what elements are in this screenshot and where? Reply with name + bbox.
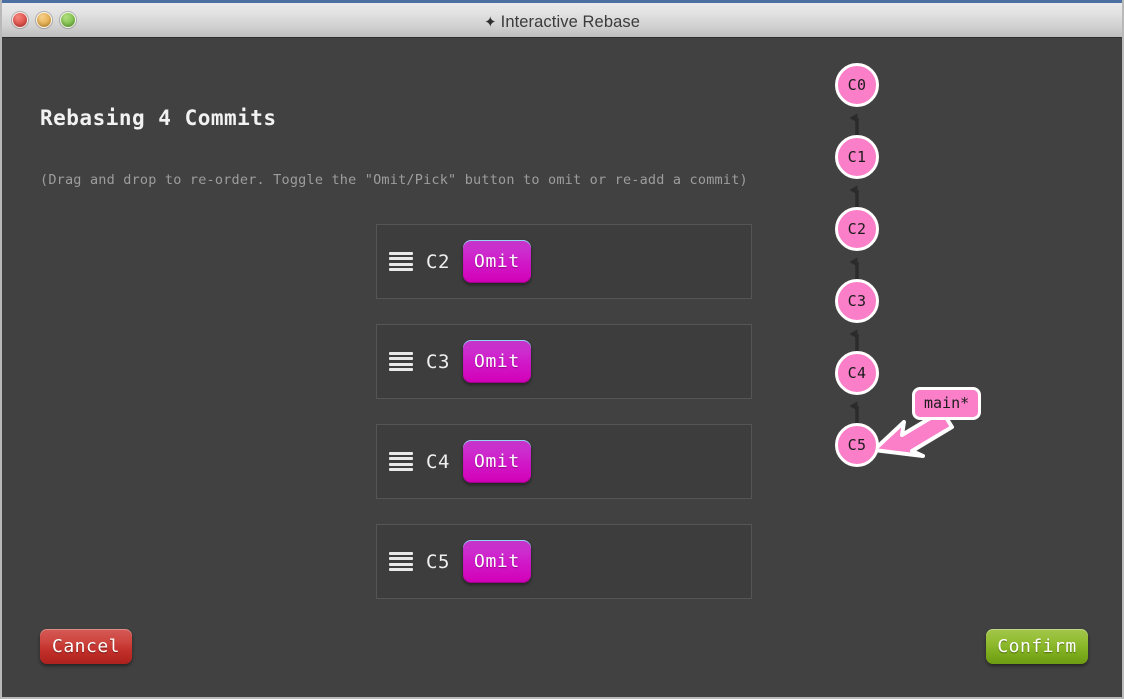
commit-id-label: C4 (426, 450, 450, 473)
omit-pick-toggle-button[interactable]: Omit (462, 540, 531, 583)
commit-id-label: C5 (426, 550, 450, 573)
confirm-button[interactable]: Confirm (986, 629, 1088, 664)
commit-id-label: C2 (426, 250, 450, 273)
omit-pick-toggle-button[interactable]: Omit (462, 240, 531, 283)
commit-node-c4[interactable]: C4 (835, 351, 879, 395)
drag-handle-icon[interactable] (389, 552, 413, 571)
commit-node-c0[interactable]: C0 (835, 63, 879, 107)
drag-handle-icon[interactable] (389, 352, 413, 371)
commit-node-label: C3 (847, 292, 867, 310)
commit-node-label: C5 (847, 436, 867, 454)
cancel-button[interactable]: Cancel (40, 629, 132, 664)
window-title: ✦ Interactive Rebase (2, 3, 1122, 41)
branch-label-main[interactable]: main* (912, 387, 982, 420)
branch-pointer-arrow-icon (872, 409, 954, 458)
commit-id-label: C3 (426, 350, 450, 373)
table-row[interactable]: C3 Omit (376, 324, 752, 399)
commit-node-label: C2 (847, 220, 867, 238)
interactive-rebase-window: ✦ Interactive Rebase Rebasing 4 Commits (… (0, 0, 1124, 699)
commit-node-c3[interactable]: C3 (835, 279, 879, 323)
commit-node-label: C1 (847, 148, 867, 166)
commit-node-label: C0 (847, 76, 867, 94)
gear-icon: ✦ (483, 14, 497, 31)
commit-node-c5[interactable]: C5 (835, 423, 879, 467)
commit-node-label: C4 (847, 364, 867, 382)
omit-pick-toggle-button[interactable]: Omit (462, 340, 531, 383)
commit-node-c2[interactable]: C2 (835, 207, 879, 251)
page-subtitle: (Drag and drop to re-order. Toggle the "… (40, 172, 748, 188)
window-titlebar: ✦ Interactive Rebase (2, 0, 1122, 41)
commit-node-c1[interactable]: C1 (835, 135, 879, 179)
table-row[interactable]: C5 Omit (376, 524, 752, 599)
table-row[interactable]: C2 Omit (376, 224, 752, 299)
omit-pick-toggle-button[interactable]: Omit (462, 440, 531, 483)
drag-handle-icon[interactable] (389, 452, 413, 471)
drag-handle-icon[interactable] (389, 252, 413, 271)
table-row[interactable]: C4 Omit (376, 424, 752, 499)
commit-list: C2 Omit C3 Omit C4 Omit C5 Omit (376, 224, 752, 624)
commit-graph: C0 C1 C2 C3 C4 C5 main* (792, 44, 1122, 494)
window-title-text: Interactive Rebase (500, 13, 641, 31)
page-title: Rebasing 4 Commits (40, 106, 277, 130)
